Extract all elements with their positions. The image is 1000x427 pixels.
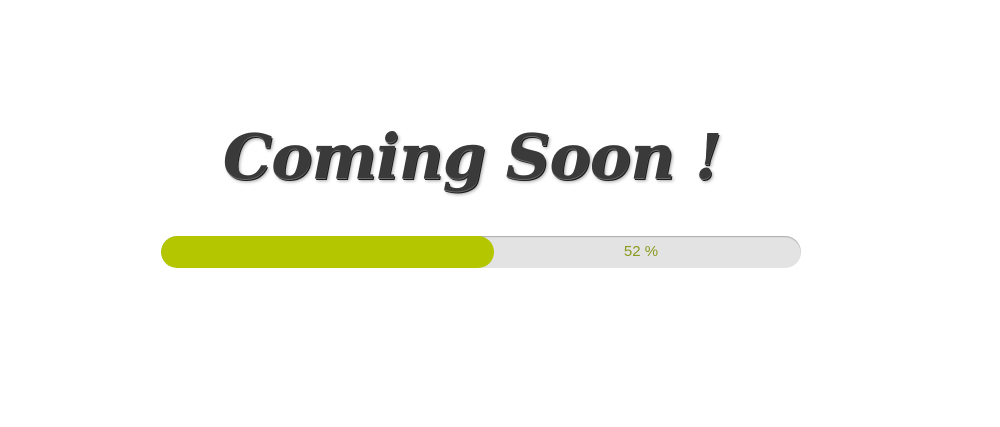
progress-bar: 52 %	[161, 236, 801, 268]
coming-soon-headline: Coming Soon !	[222, 120, 722, 193]
progress-bar-fill	[161, 236, 494, 268]
progress-percent-label: 52 %	[623, 243, 659, 260]
coming-soon-page: Coming Soon ! 52 %	[0, 0, 1000, 427]
